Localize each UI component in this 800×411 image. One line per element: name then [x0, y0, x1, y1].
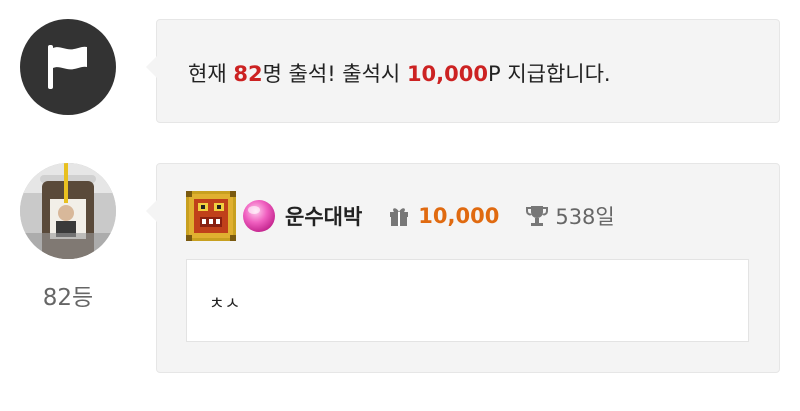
attendance-count: 82: [233, 62, 263, 86]
pink-gem-icon: [243, 200, 275, 232]
post-bubble: 운수대박 10,000 538일 ㅊㅅ: [146, 163, 780, 373]
notice-avatar: [20, 19, 116, 115]
avatar[interactable]: [20, 163, 116, 259]
avatar-photo: [20, 163, 116, 259]
trophy-icon: [526, 206, 549, 226]
comment-box: ㅊㅅ: [186, 259, 749, 342]
gift-icon: [390, 208, 409, 226]
reward-points: 10,000: [406, 62, 488, 86]
user-rank: 82등: [42, 285, 94, 311]
notice-bubble: 현재 82명 출석! 출석시 10,000P 지급합니다.: [146, 19, 780, 123]
attendance-days: 538일: [555, 205, 615, 229]
user-info-row: 운수대박 10,000 538일: [186, 191, 615, 241]
level-badge-icon: [186, 191, 236, 241]
flag-icon: [48, 45, 87, 89]
notice-message: 현재 82명 출석! 출석시 10,000P 지급합니다.: [188, 62, 611, 86]
user-points: 10,000: [418, 204, 500, 228]
username[interactable]: 운수대박: [285, 201, 362, 231]
comment-text: ㅊㅅ: [209, 294, 241, 314]
